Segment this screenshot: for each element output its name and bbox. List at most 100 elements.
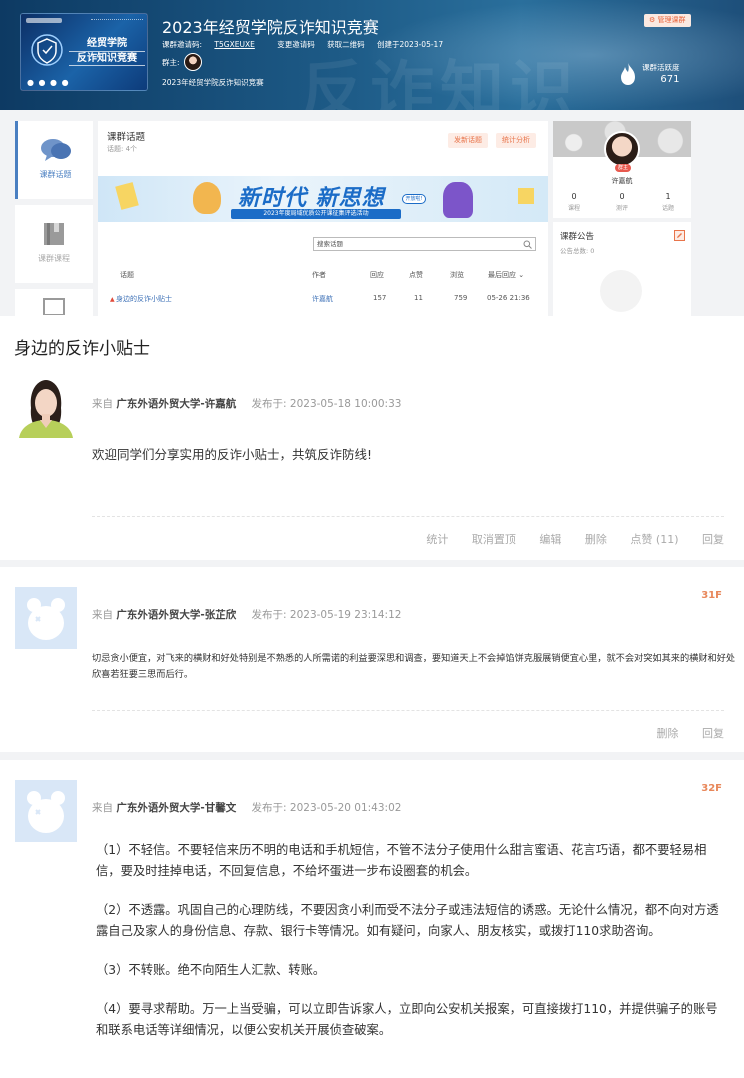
topic-link[interactable]: ▲身边的反诈小贴士 xyxy=(110,294,172,304)
default-avatar-icon[interactable] xyxy=(15,587,77,649)
post-divider xyxy=(92,516,724,517)
col-last-reply[interactable]: 最后回应 ⌄ xyxy=(488,270,524,280)
notice-count: 公告总数: 0 xyxy=(560,247,595,255)
reply-content: 切忌贪小便宜，对飞来的横财和好处特别是不熟悉的人所需诺的利益要深思和调查，要知道… xyxy=(92,653,736,680)
invite-code[interactable]: T5GXEUXE xyxy=(214,40,254,49)
promo-subtitle: 2023年度局域优质公开课征集评选活动 xyxy=(231,209,401,219)
stats-button[interactable]: 统计 xyxy=(426,533,448,546)
floor-number: 32F xyxy=(701,783,722,794)
delete-button[interactable]: 删除 xyxy=(657,727,679,740)
stats-analysis-button[interactable]: 统计分析 xyxy=(496,133,536,148)
cover-dots: ● ● ● ● xyxy=(27,78,70,87)
post-meta: 来自 广东外语外贸大学-许嘉航 发布于: 2023-05-18 10:00:33 xyxy=(92,398,402,410)
empty-notice-icon xyxy=(600,270,642,312)
topics-count: 话题: 4个 xyxy=(107,145,138,153)
reply-card: 31F 来自 广东外语外贸大学-张芷欣 发布于: 2023-05-19 23:1… xyxy=(0,567,744,752)
reply-meta: 来自 广东外语外贸大学-甘馨文 发布于: 2023-05-20 01:43:02 xyxy=(92,802,402,814)
reply-paragraph: （1）不轻信。不要轻信来历不明的电话和手机短信，不管不法分子使用什么甜言蜜语、花… xyxy=(96,843,707,878)
thread-detail: 身边的反诈小贴士 来自 广东外语外贸大学-许嘉航 发布于: 2023-05-18… xyxy=(0,316,744,1078)
owner-tag: 群主 xyxy=(615,164,632,172)
search-icon[interactable] xyxy=(523,240,532,249)
main-post: 身边的反诈小贴士 来自 广东外语外贸大学-许嘉航 发布于: 2023-05-18… xyxy=(0,316,744,560)
post-content: 欢迎同学们分享实用的反诈小贴士，共筑反诈防线! xyxy=(92,447,373,462)
cover-title: 经贸学院 反诈知识竞赛 xyxy=(69,37,145,66)
edit-icon[interactable] xyxy=(674,230,685,241)
reply-paragraph: （4）要寻求帮助。万一上当受骗，可以立即告诉家人，立即向公安机关报案，可直接拨打… xyxy=(96,1002,718,1037)
cover-logo xyxy=(26,18,62,23)
tab-more[interactable] xyxy=(15,289,93,319)
delete-button[interactable]: 删除 xyxy=(585,533,607,546)
invite-label: 课群邀请码: T5GXEUXE xyxy=(162,40,255,49)
col-topic: 话题 xyxy=(120,271,134,279)
reply-divider xyxy=(92,710,724,711)
tab-topics[interactable]: 课群话题 xyxy=(15,121,93,199)
promo-book xyxy=(115,182,139,210)
book-icon xyxy=(44,223,64,245)
get-qr-link[interactable]: 获取二维码 xyxy=(327,40,365,49)
like-button[interactable]: 点赞 (11) xyxy=(630,533,678,546)
edit-button[interactable]: 编辑 xyxy=(539,533,561,546)
created-date: 创建于2023-05-17 xyxy=(377,40,444,49)
change-code-link[interactable]: 变更邀请码 xyxy=(277,40,315,49)
notice-title: 课群公告 xyxy=(560,232,595,242)
reply-card: 32F 来自 广东外语外贸大学-甘馨文 发布于: 2023-05-20 01:4… xyxy=(0,760,744,1078)
post-author[interactable]: 广东外语外贸大学-许嘉航 xyxy=(116,398,236,410)
promo-title: 新时代 新思想 xyxy=(238,186,385,211)
owner-avatar[interactable] xyxy=(183,53,202,71)
topic-likes: 11 xyxy=(414,294,423,302)
notice-card: 课群公告 公告总数: 0 xyxy=(553,222,691,316)
owner-profile-card: 群主 许嘉航 0 课程 0 测评 1 话题 xyxy=(553,121,691,218)
side-tabs: 课群话题 课群课程 xyxy=(15,121,93,325)
col-author: 作者 xyxy=(312,271,326,279)
topics-panel: 课群话题 话题: 4个 发新话题 统计分析 新时代 新思想 2023年度局域优质… xyxy=(98,121,548,316)
reply-author[interactable]: 广东外语外贸大学-甘馨文 xyxy=(116,802,236,814)
cover-nav-line xyxy=(91,19,143,22)
promo-banner[interactable]: 新时代 新思想 2023年度局域优质公开课征集评选活动 开放啦! xyxy=(98,176,548,222)
publish-topic-button[interactable]: 发新话题 xyxy=(448,133,488,148)
course-title: 2023年经贸学院反诈知识竞赛 xyxy=(162,18,379,37)
col-views: 浏览 xyxy=(450,271,464,279)
reply-content: （1）不轻信。不要轻信来历不明的电话和手机短信，不管不法分子使用什么甜言蜜语、花… xyxy=(96,840,726,1041)
topic-replies: 157 xyxy=(373,294,387,302)
topic-views: 759 xyxy=(454,294,468,302)
reply-date: 发布于: 2023-05-20 01:43:02 xyxy=(251,802,402,814)
owner-row: 群主: xyxy=(162,53,202,71)
reply-date: 发布于: 2023-05-19 23:14:12 xyxy=(251,609,402,621)
course-name: 2023年经贸学院反诈知识竞赛 xyxy=(162,78,264,87)
manage-course-button[interactable]: ⚙ 管理课群 xyxy=(644,14,691,27)
shield-icon xyxy=(31,34,63,66)
unpin-button[interactable]: 取消置顶 xyxy=(472,533,516,546)
fire-icon xyxy=(621,63,635,85)
floor-number: 31F xyxy=(701,590,722,601)
stat-topics[interactable]: 1 话题 xyxy=(648,192,688,212)
stat-tests[interactable]: 0 测评 xyxy=(602,192,642,212)
reply-meta: 来自 广东外语外贸大学-张芷欣 发布于: 2023-05-19 23:14:12 xyxy=(92,609,402,621)
owner-label: 群主: xyxy=(162,57,180,67)
activity-indicator: 课群活跃度 671 xyxy=(618,62,680,86)
reply-button[interactable]: 回复 xyxy=(702,727,724,740)
post-date: 发布于: 2023-05-18 10:00:33 xyxy=(251,398,402,410)
reply-author[interactable]: 广东外语外贸大学-张芷欣 xyxy=(116,609,236,621)
promo-figure xyxy=(443,182,473,218)
topics-title: 课群话题 xyxy=(107,132,146,143)
activity-value: 671 xyxy=(660,74,680,85)
promo-badge: 开放啦! xyxy=(402,194,426,204)
stat-courses[interactable]: 0 课程 xyxy=(554,192,594,212)
reply-actions: 删除 回复 xyxy=(637,725,725,741)
author-avatar[interactable] xyxy=(15,376,77,438)
default-avatar-icon[interactable] xyxy=(15,780,77,842)
reply-button[interactable]: 回复 xyxy=(702,533,724,546)
search-placeholder: 搜索话题 xyxy=(317,240,343,248)
promo-cube xyxy=(518,188,534,204)
activity-text: 课群活跃度 671 xyxy=(642,63,680,85)
reply-paragraph: （3）不转账。绝不向陌生人汇款、转账。 xyxy=(96,963,326,977)
tab-courses-label: 课群课程 xyxy=(38,254,70,263)
profile-name[interactable]: 许嘉航 xyxy=(553,176,691,186)
chevron-down-icon: ⌄ xyxy=(518,271,525,279)
course-cover-image: 经贸学院 反诈知识竞赛 ● ● ● ● xyxy=(20,13,148,91)
search-topics-input[interactable]: 搜索话题 xyxy=(313,237,536,251)
profile-avatar[interactable] xyxy=(604,131,640,167)
tab-courses[interactable]: 课群课程 xyxy=(15,205,93,283)
banner-watermark: 反诈知识 xyxy=(300,55,580,110)
topic-author[interactable]: 许嘉航 xyxy=(312,294,333,304)
